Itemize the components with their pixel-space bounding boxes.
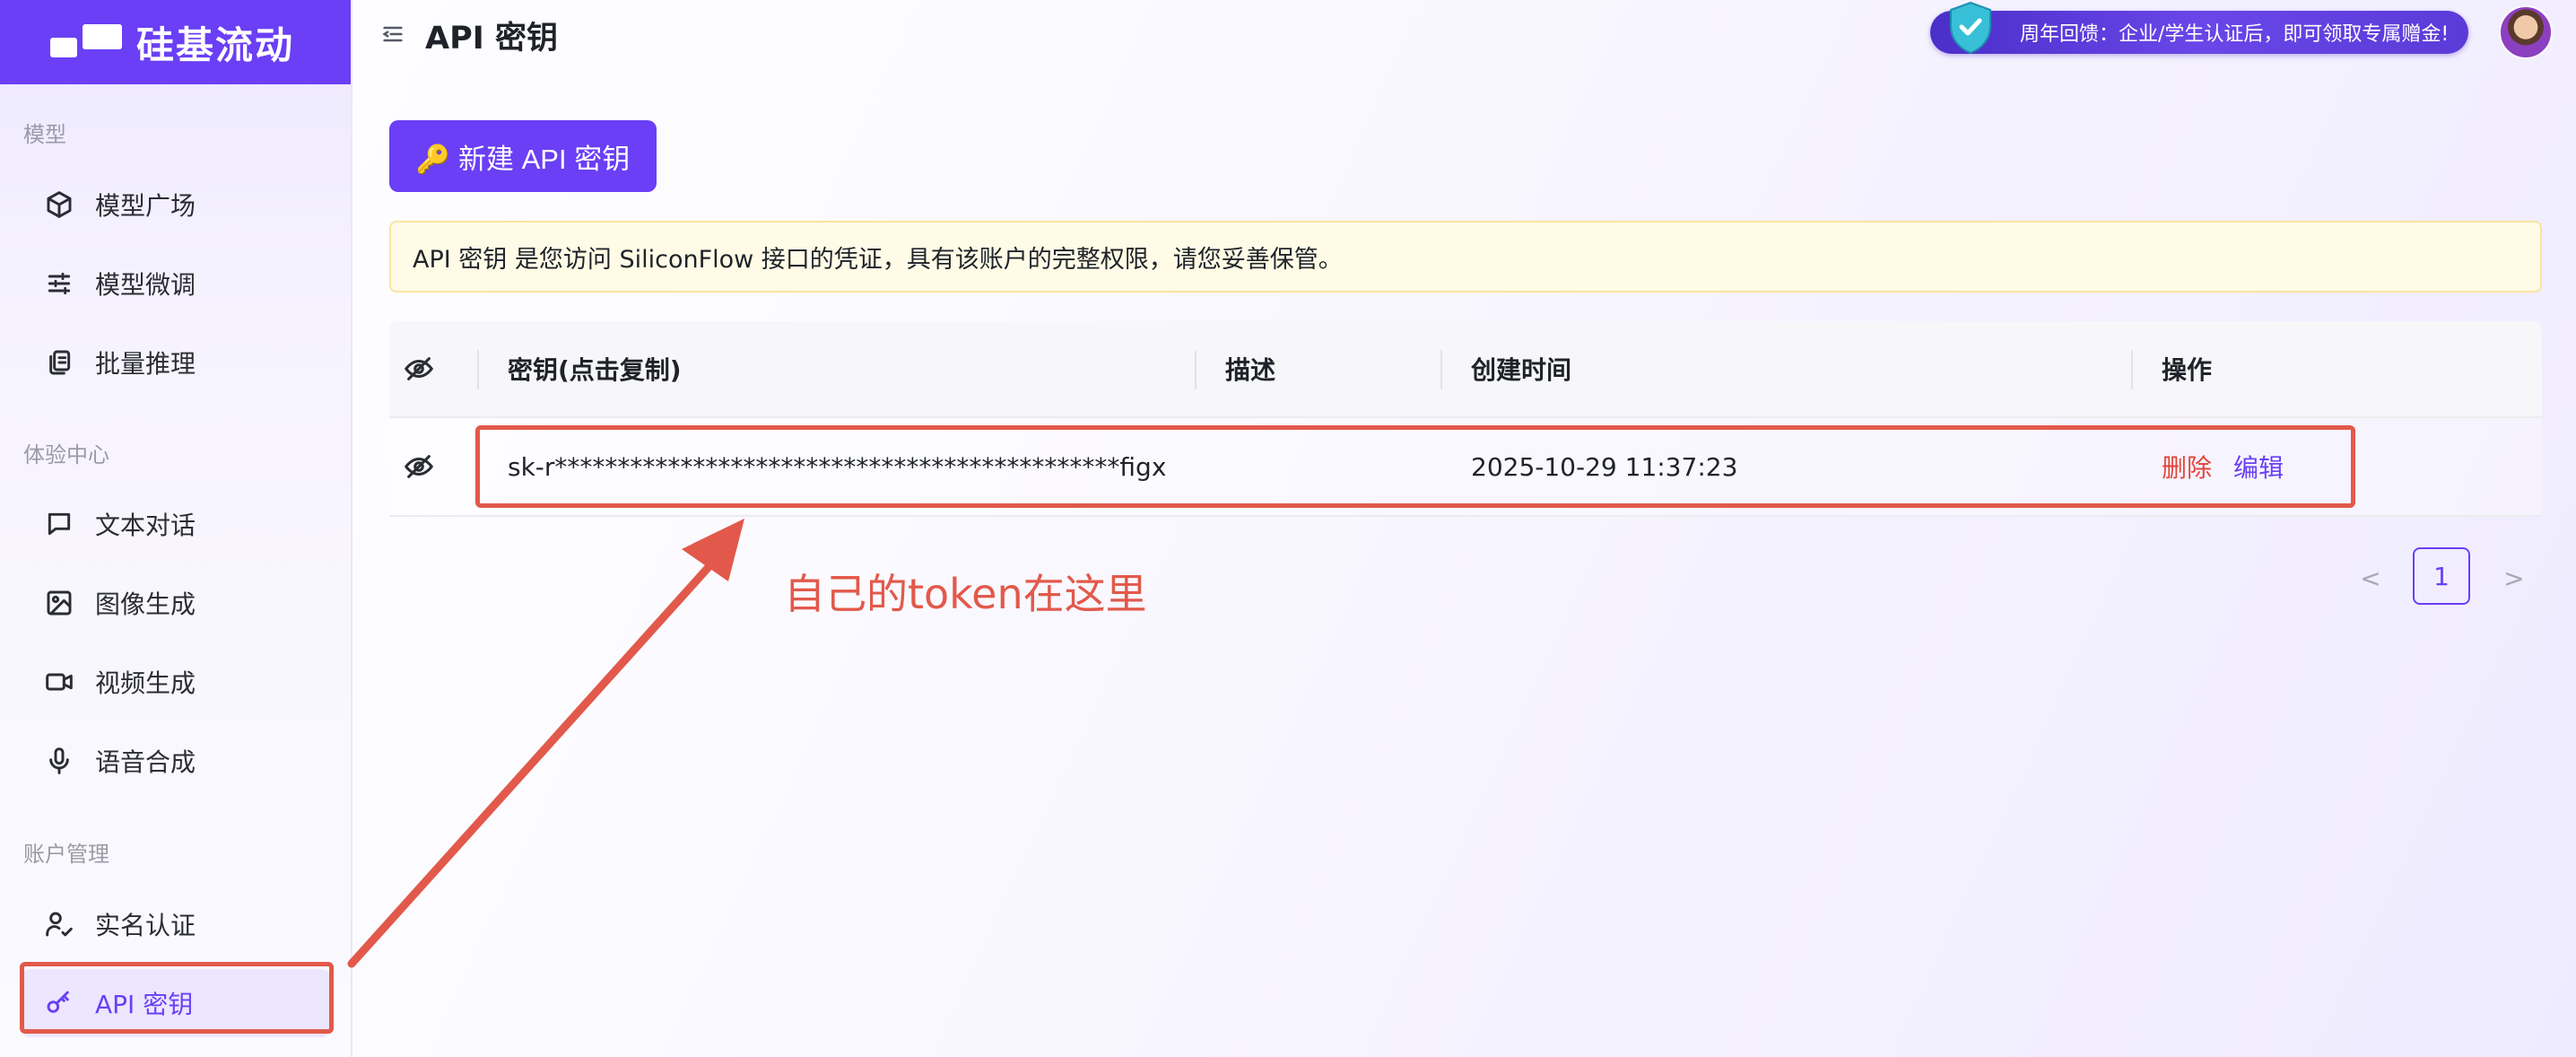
sidebar-item-tts[interactable]: 语音合成 xyxy=(22,727,330,795)
sidebar-item-model-square[interactable]: 模型广场 xyxy=(22,170,330,239)
sidebar-item-label: 视频生成 xyxy=(95,668,196,698)
sidebar-item-batch-inference[interactable]: 批量推理 xyxy=(22,328,330,397)
section-title-account: 账户管理 xyxy=(23,842,109,867)
col-header-description: 描述 xyxy=(1225,355,1276,385)
col-header-key: 密钥(点击复制) xyxy=(508,355,682,385)
sidebar-item-label: 模型广场 xyxy=(95,191,196,221)
sidebar-item-label: 模型微调 xyxy=(95,270,196,300)
brand-logo-icon xyxy=(50,24,122,57)
brand-name: 硅基流动 xyxy=(136,22,295,67)
pagination-prev-icon[interactable]: < xyxy=(2355,560,2386,596)
sidebar-item-video-gen[interactable]: 视频生成 xyxy=(22,648,330,716)
sidebar-item-image-gen[interactable]: 图像生成 xyxy=(22,569,330,637)
section-title-models: 模型 xyxy=(23,122,66,147)
cube-icon xyxy=(43,188,75,221)
copy-icon xyxy=(43,346,75,379)
user-check-icon xyxy=(43,908,75,940)
annotation-arrow xyxy=(347,519,744,968)
col-header-actions: 操作 xyxy=(2162,355,2213,385)
image-icon xyxy=(43,587,75,619)
chat-icon xyxy=(43,508,75,540)
sidebar-item-label: 语音合成 xyxy=(95,747,196,777)
notice-text: API 密钥 是您访问 SiliconFlow 接口的凭证，具有该账户的完整权限… xyxy=(413,245,1343,274)
toggle-visibility-icon[interactable] xyxy=(404,418,434,515)
video-icon xyxy=(43,666,75,698)
page-title: API 密钥 xyxy=(425,21,558,57)
annotation-text: 自己的token在这里 xyxy=(784,570,1147,618)
mic-icon xyxy=(43,745,75,777)
promo-banner[interactable]: 周年回馈：企业/学生认证后，即可领取专属赠金! xyxy=(1930,11,2468,54)
brand[interactable]: 硅基流动 xyxy=(0,0,351,84)
pagination-next-icon[interactable]: > xyxy=(2499,560,2529,596)
sidebar-item-label: 实名认证 xyxy=(95,911,196,940)
sidebar-item-verification[interactable]: 实名认证 xyxy=(22,890,330,958)
sidebar-item-text-chat[interactable]: 文本对话 xyxy=(22,490,330,558)
table-header: 密钥(点击复制) 描述 创建时间 操作 xyxy=(389,321,2542,418)
section-title-playground: 体验中心 xyxy=(23,442,109,467)
sidebar-item-label: 文本对话 xyxy=(95,511,196,540)
sidebar-item-label: 图像生成 xyxy=(95,590,196,619)
annotation-highlight-box-sidebar xyxy=(20,962,334,1034)
sidebar-item-fine-tune[interactable]: 模型微调 xyxy=(22,249,330,318)
collapse-sidebar-icon[interactable] xyxy=(380,22,405,47)
annotation-highlight-box-row xyxy=(475,425,2355,508)
sidebar-item-label: 批量推理 xyxy=(95,349,196,379)
promo-text: 周年回馈：企业/学生认证后，即可领取专属赠金! xyxy=(2020,23,2450,46)
toggle-visibility-all-icon[interactable] xyxy=(404,321,434,416)
shield-check-icon xyxy=(1950,1,1991,55)
pagination-page-current[interactable]: 1 xyxy=(2413,547,2470,605)
new-api-key-button[interactable]: 🔑 新建 API 密钥 xyxy=(389,120,657,192)
user-avatar[interactable] xyxy=(2499,5,2553,59)
col-header-created: 创建时间 xyxy=(1471,355,1572,385)
security-notice: API 密钥 是您访问 SiliconFlow 接口的凭证，具有该账户的完整权限… xyxy=(389,221,2542,293)
sidebar: 硅基流动 模型 模型广场 模型微调 批量推理 体验中心 文本对话 图像生成 视频… xyxy=(0,0,352,1057)
sliders-icon xyxy=(43,267,75,300)
